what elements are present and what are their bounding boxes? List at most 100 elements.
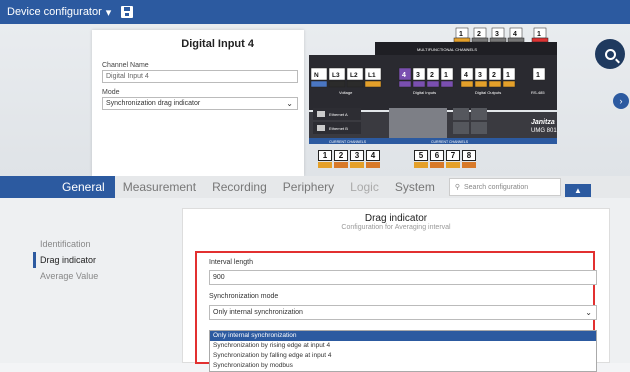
multifunction-terminal-number: 1 [459,31,463,38]
ethernet-b-port-icon [317,125,325,131]
highlight-box: Interval length 900 Synchronization mode… [195,251,597,372]
terminal-strip [502,80,516,88]
sync-option[interactable]: Synchronization by rising edge at input … [210,341,596,351]
collapse-button[interactable]: ▲ [565,184,591,197]
sync-mode-dropdown-list: Only internal synchronization Synchroniz… [209,330,597,372]
terminal-strip [489,37,507,43]
current-channel-terminal: 4 [366,150,380,161]
content-area: Identification Drag indicator Average Va… [0,198,630,372]
terminal-strip [426,80,440,88]
terminal-strip [453,37,471,43]
side-nav-identification[interactable]: Identification [40,236,98,252]
device-configurator-menu[interactable]: Device configurator ▾ [7,6,111,19]
rs485-number: 1 [536,72,540,79]
current-channel-terminal: 3 [350,150,364,161]
digital-output-number: 2 [492,72,496,79]
terminal-strip [366,162,380,168]
digital-input-number: 3 [416,72,420,79]
multifunction-terminal-number: 3 [495,31,499,38]
current-channel-terminal: 6 [430,150,444,161]
interval-length-label: Interval length [209,259,253,266]
sync-option[interactable]: Only internal synchronization [210,331,596,341]
current-channel-terminals: 1234 5678 [318,150,508,174]
digital-outputs-label: Digital Outputs [475,90,501,95]
ethernet-b-label: Ethernet B [329,126,348,131]
terminal-strip [507,37,525,43]
top-bar: Device configurator ▾ [0,0,630,24]
chevron-down-icon: ▾ [105,6,112,19]
brand-label: Janitza [531,119,555,126]
multifunction-terminal-number: 4 [513,31,517,38]
tab-periphery[interactable]: Periphery [275,176,342,198]
current-channels-label-left: CURRENT CHANNELS [329,140,367,144]
current-channel-terminal: 2 [334,150,348,161]
terminal-strip [462,162,476,168]
side-nav-average-value[interactable]: Average Value [40,268,98,284]
sync-option[interactable]: Synchronization by falling edge at input… [210,351,596,361]
mode-select[interactable]: Synchronization drag indicator ⌄ [102,97,298,110]
side-nav-drag-indicator[interactable]: Drag indicator [33,252,98,268]
terminal-strip [334,162,348,168]
voltage-terminal-label: L1 [368,72,376,79]
terminal-strip [430,162,444,168]
zoom-button[interactable] [595,39,625,69]
search-icon [604,48,616,60]
search-icon: ⚲ [454,184,460,191]
tab-recording[interactable]: Recording [204,176,275,198]
chevron-up-icon: ▲ [574,186,582,195]
tab-bar: General Measurement Recording Periphery … [0,176,630,198]
ethernet-a-label: Ethernet A [329,112,348,117]
panel-title: Drag indicator [364,213,428,224]
channel-title: Digital Input 4 [181,38,254,50]
current-channels-label-right: CURRENT CHANNELS [431,140,469,144]
interval-length-input[interactable]: 900 [209,270,597,285]
digital-inputs-label: Digital Inputs [413,90,436,95]
search-configuration-input[interactable]: ⚲ Search configuration [448,178,561,196]
voltage-terminal-label: L3 [332,72,340,79]
ethernet-a-port-icon [317,111,325,117]
voltage-terminal-label: L2 [350,72,358,79]
analog-terminal-number: 1 [537,31,541,38]
app-title: Device configurator [7,6,102,18]
device-diagram: 12341Analog Output MULTIFUNCTIONAL CHANN… [309,27,557,144]
digital-input-number: 1 [444,72,448,79]
terminal-strip [488,80,502,88]
chevron-right-icon[interactable]: › [613,93,629,109]
terminal-strip [446,162,460,168]
channel-name-field[interactable]: Digital Input 4 [102,70,298,83]
chevron-down-icon: ⌄ [585,308,592,317]
sync-mode-select[interactable]: Only internal synchronization ⌄ [209,305,597,320]
digital-output-number: 3 [478,72,482,79]
model-label: UMG 801 [531,128,557,134]
digital-output-number: 4 [464,72,468,79]
terminal-strip [440,80,454,88]
terminal-strip [398,80,412,88]
digital-output-number: 1 [506,72,510,79]
terminal-strip [328,80,346,88]
digital-input-number: 2 [430,72,434,79]
tab-system[interactable]: System [387,176,443,198]
multifunctional-channels-label: MULTIFUNCTIONAL CHANNELS [417,47,477,52]
terminal-strip [531,37,549,43]
terminal-strip [414,162,428,168]
save-icon[interactable] [121,6,134,18]
channel-card: Digital Input 4 Channel Name Digital Inp… [92,30,304,176]
mode-label: Mode [102,89,120,96]
terminal-strip [412,80,426,88]
device-display [389,108,447,138]
sync-mode-value: Only internal synchronization [213,309,303,316]
terminal-strip [350,162,364,168]
terminal-strip [471,37,489,43]
tab-logic[interactable]: Logic [342,176,387,198]
tab-measurement[interactable]: Measurement [115,176,204,198]
terminal-strip [460,80,474,88]
search-placeholder: Search configuration [463,183,529,191]
terminal-strip [310,80,328,88]
current-channel-terminal: 7 [446,150,460,161]
terminal-strip [318,162,332,168]
channel-name-label: Channel Name [102,62,149,69]
tab-general[interactable]: General [0,176,115,198]
terminal-strip [346,80,364,88]
terminal-strip [474,80,488,88]
panel-subtitle: Configuration for Averaging interval [341,224,451,231]
